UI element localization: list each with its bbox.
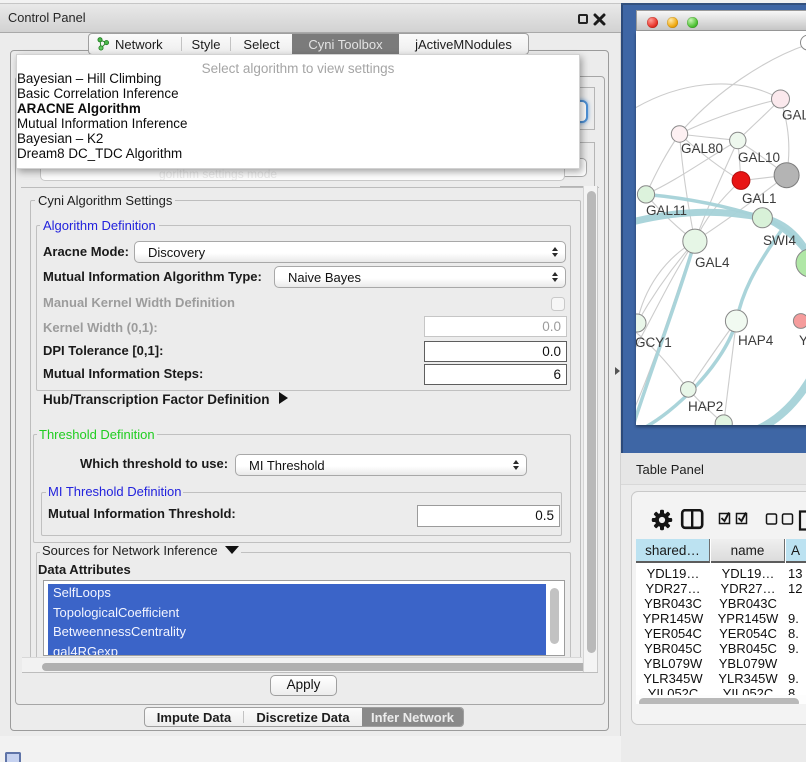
svg-text:GCY1: GCY1	[636, 335, 672, 350]
svg-text:GAL1: GAL1	[742, 191, 777, 206]
svg-text:GAL: GAL	[782, 108, 806, 123]
svg-text:HAP2: HAP2	[688, 399, 723, 414]
svg-text:SWI4: SWI4	[763, 233, 796, 248]
svg-text:GAL10: GAL10	[738, 150, 780, 165]
svg-text:GAL4: GAL4	[695, 255, 730, 270]
svg-text:GAL11: GAL11	[646, 203, 687, 218]
svg-text:GAL80: GAL80	[681, 141, 723, 156]
svg-text:Y: Y	[799, 333, 806, 348]
svg-text:HAP4: HAP4	[738, 333, 774, 348]
